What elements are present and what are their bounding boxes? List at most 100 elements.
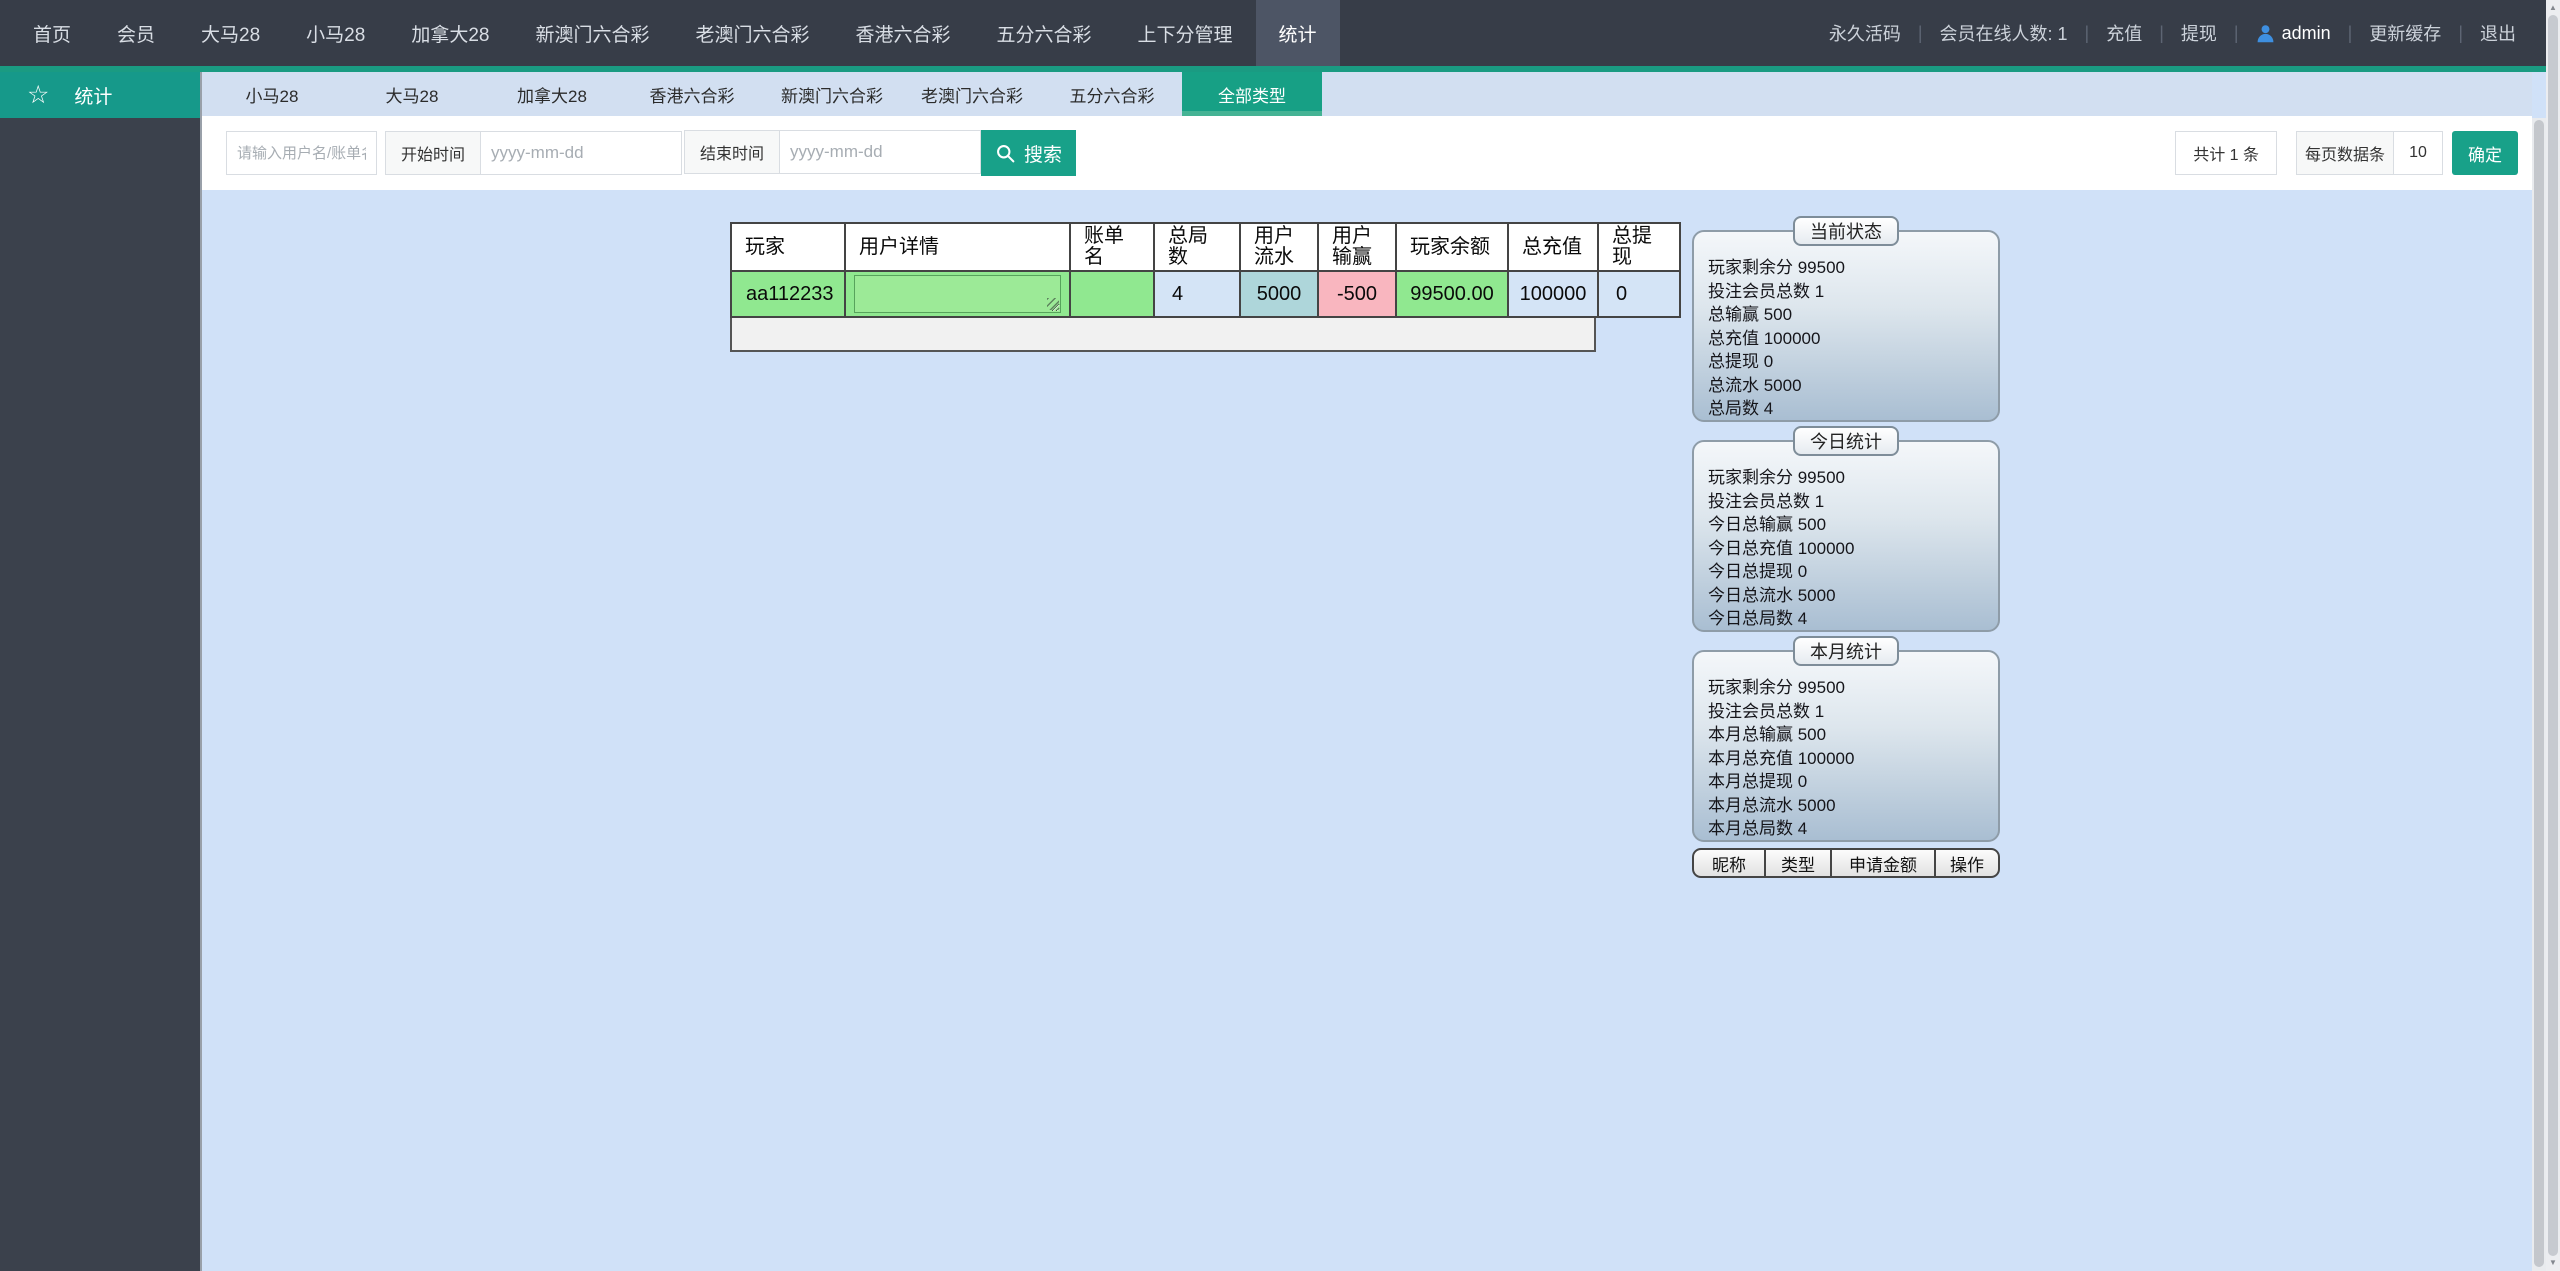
- panel-today-stats-body: 玩家剩余分 99500 投注会员总数 1 今日总输赢 500 今日总充值 100…: [1694, 442, 1998, 631]
- col-header-total-withdraw: 总提现: [1598, 223, 1680, 271]
- page-scrollbar[interactable]: [2546, 0, 2560, 1271]
- cell-player-balance: 99500.00: [1396, 271, 1508, 317]
- nav-item-xiaoma28[interactable]: 小马28: [283, 0, 388, 66]
- nav-item-statistics[interactable]: 统计: [1256, 0, 1340, 66]
- panel-current-status-body: 玩家剩余分 99500 投注会员总数 1 总输赢 500 总充值 100000 …: [1694, 232, 1998, 421]
- stat-line: 总输赢 500: [1708, 303, 1984, 327]
- panel-today-stats-title: 今日统计: [1793, 426, 1899, 456]
- stat-line: 本月总局数 4: [1708, 817, 1984, 841]
- permanent-code-link[interactable]: 永久活码: [1829, 20, 1901, 46]
- nav-item-canada28[interactable]: 加拿大28: [388, 0, 512, 66]
- start-date-group: 开始时间: [385, 131, 682, 175]
- cell-total-games: 4: [1154, 271, 1240, 317]
- tab-old-macau[interactable]: 老澳门六合彩: [902, 72, 1042, 116]
- col-header-player-balance: 玩家余额: [1396, 223, 1508, 271]
- end-date-group: 结束时间 搜索: [684, 130, 1076, 176]
- cell-player: aa112233: [731, 271, 845, 317]
- stat-line: 今日总充值 100000: [1708, 537, 1984, 561]
- col-header-user-flow: 用户流水: [1240, 223, 1318, 271]
- stat-line: 总流水 5000: [1708, 374, 1984, 398]
- admin-user-menu[interactable]: admin: [2256, 23, 2331, 44]
- stat-line: 今日总提现 0: [1708, 560, 1984, 584]
- end-date-input[interactable]: [780, 130, 981, 174]
- game-type-tabbar: 小马28 大马28 加拿大28 香港六合彩 新澳门六合彩 老澳门六合彩 五分六合…: [202, 72, 2532, 116]
- divider: [2458, 23, 2463, 44]
- top-nav-menu: 首页 会员 大马28 小马28 加拿大28 新澳门六合彩 老澳门六合彩 香港六合…: [10, 0, 1340, 66]
- nav-item-wufen[interactable]: 五分六合彩: [974, 0, 1115, 66]
- col-header-total-games: 总局数: [1154, 223, 1240, 271]
- table-row: aa112233 4 5000 -500 99500.00 100000 0: [731, 271, 1680, 317]
- user-detail-textarea[interactable]: [854, 275, 1061, 313]
- table-empty-row: [730, 312, 1596, 352]
- stat-line: 总提现 0: [1708, 350, 1984, 374]
- request-table-header: 昵称 类型 申请金额 操作: [1692, 848, 2000, 878]
- nav-item-members[interactable]: 会员: [94, 0, 178, 66]
- col-header-player: 玩家: [731, 223, 845, 271]
- admin-username: admin: [2282, 23, 2331, 44]
- stat-line: 今日总流水 5000: [1708, 584, 1984, 608]
- panel-current-status-title: 当前状态: [1793, 216, 1899, 246]
- sidebar-item-label: 统计: [74, 82, 112, 109]
- col-header-bill-name: 账单名: [1070, 223, 1154, 271]
- divider: [2085, 23, 2090, 44]
- cell-user-winloss: -500: [1318, 271, 1396, 317]
- recharge-link[interactable]: 充值: [2106, 20, 2142, 46]
- cell-user-detail: [845, 271, 1070, 317]
- search-input[interactable]: [226, 131, 377, 175]
- stat-line: 投注会员总数 1: [1708, 700, 1984, 724]
- scroll-up-arrow-icon[interactable]: [2546, 2, 2560, 14]
- nav-item-hongkong[interactable]: 香港六合彩: [832, 0, 973, 66]
- tab-wufen[interactable]: 五分六合彩: [1042, 72, 1182, 116]
- confirm-button[interactable]: 确定: [2452, 131, 2518, 175]
- divider: [1918, 23, 1923, 44]
- col-header-total-recharge: 总充值: [1508, 223, 1598, 271]
- refresh-cache-link[interactable]: 更新缓存: [2369, 20, 2441, 46]
- stat-line: 本月总输赢 500: [1708, 723, 1984, 747]
- panel-current-status: 当前状态 玩家剩余分 99500 投注会员总数 1 总输赢 500 总充值 10…: [1692, 230, 2000, 422]
- page-scrollbar-thumb[interactable]: [2548, 15, 2558, 1256]
- sidebar-item-statistics[interactable]: 统计: [0, 72, 200, 118]
- stat-line: 本月总提现 0: [1708, 770, 1984, 794]
- search-button[interactable]: 搜索: [981, 130, 1076, 176]
- per-page-input[interactable]: [2394, 131, 2443, 175]
- tab-canada28[interactable]: 加拿大28: [482, 72, 622, 116]
- panel-month-stats-title: 本月统计: [1793, 636, 1899, 666]
- col-header-user-winloss: 用户输赢: [1318, 223, 1396, 271]
- nav-item-old-macau[interactable]: 老澳门六合彩: [672, 0, 832, 66]
- content-scrollbar-thumb[interactable]: [2534, 120, 2544, 1267]
- tab-xiaoma28[interactable]: 小马28: [202, 72, 342, 116]
- table-header-row: 玩家 用户详情 账单名 总局数 用户流水 用户输赢 玩家余额 总充值 总提现: [731, 223, 1680, 271]
- search-toolbar: 开始时间 结束时间 搜索 共计 1 条 每页数据条 确定: [202, 116, 2532, 190]
- stat-line: 投注会员总数 1: [1708, 490, 1984, 514]
- star-icon: [27, 83, 49, 108]
- nav-accent-bar: [0, 66, 2546, 72]
- nav-item-dama28[interactable]: 大马28: [178, 0, 283, 66]
- nav-item-home[interactable]: 首页: [10, 0, 94, 66]
- cell-total-recharge: 100000: [1508, 271, 1598, 317]
- withdraw-link[interactable]: 提现: [2181, 20, 2217, 46]
- stat-line: 本月总流水 5000: [1708, 794, 1984, 818]
- content-scrollbar[interactable]: [2532, 118, 2546, 1271]
- logout-link[interactable]: 退出: [2480, 20, 2516, 46]
- tab-hongkong[interactable]: 香港六合彩: [622, 72, 762, 116]
- req-col-amount: 申请金额: [1832, 850, 1936, 876]
- start-date-input[interactable]: [481, 131, 682, 175]
- cell-total-withdraw: 0: [1598, 271, 1680, 317]
- per-page-label: 每页数据条: [2296, 131, 2394, 175]
- tab-all-types[interactable]: 全部类型: [1182, 72, 1322, 116]
- panel-month-stats: 本月统计 玩家剩余分 99500 投注会员总数 1 本月总输赢 500 本月总充…: [1692, 650, 2000, 842]
- stat-line: 本月总充值 100000: [1708, 747, 1984, 771]
- scroll-down-arrow-icon[interactable]: [2546, 1257, 2560, 1269]
- stat-line: 总局数 4: [1708, 397, 1984, 421]
- search-button-label: 搜索: [1024, 140, 1062, 167]
- tab-new-macau[interactable]: 新澳门六合彩: [762, 72, 902, 116]
- stat-line: 玩家剩余分 99500: [1708, 466, 1984, 490]
- stat-line: 今日总局数 4: [1708, 607, 1984, 631]
- end-date-label: 结束时间: [684, 130, 780, 174]
- panel-today-stats: 今日统计 玩家剩余分 99500 投注会员总数 1 今日总输赢 500 今日总充…: [1692, 440, 2000, 632]
- nav-item-updown-manage[interactable]: 上下分管理: [1115, 0, 1256, 66]
- col-header-user-detail: 用户详情: [845, 223, 1070, 271]
- tab-dama28[interactable]: 大马28: [342, 72, 482, 116]
- nav-item-new-macau[interactable]: 新澳门六合彩: [512, 0, 672, 66]
- cell-bill-name: [1070, 271, 1154, 317]
